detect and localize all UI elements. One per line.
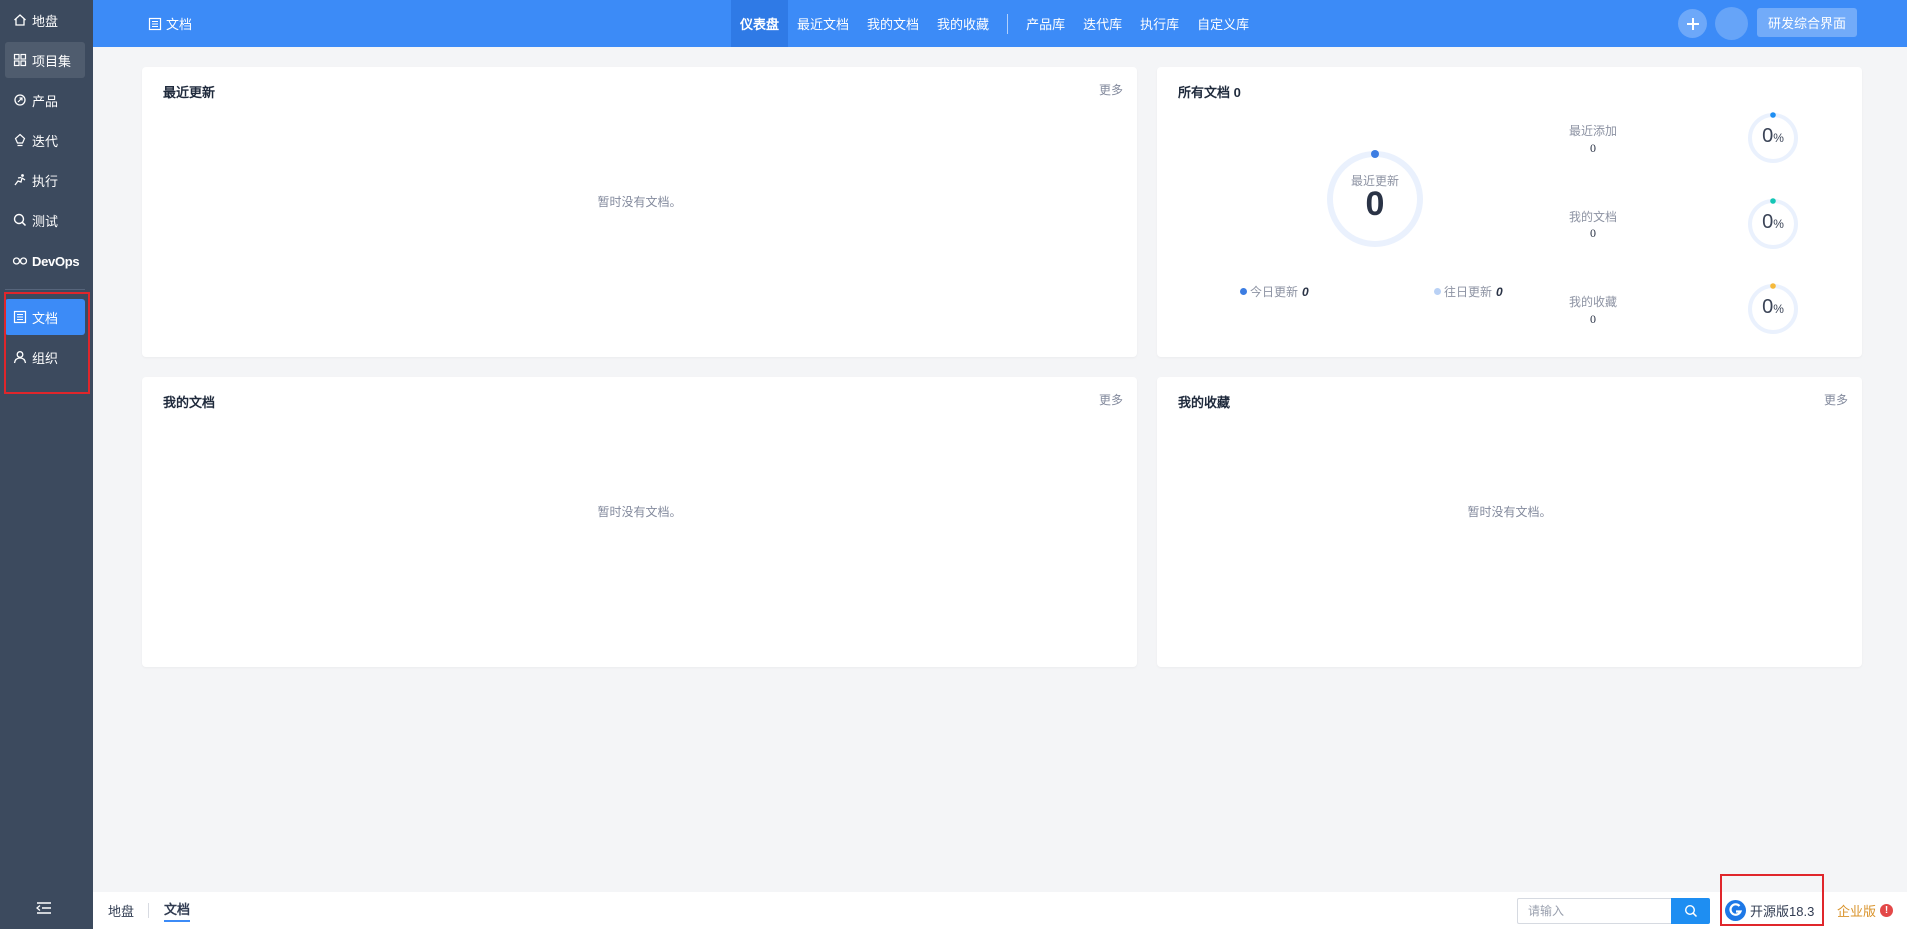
stat-value: 0: [1590, 141, 1596, 155]
search-input[interactable]: [1517, 898, 1671, 924]
empty-message: 暂时没有文档。: [1467, 505, 1552, 519]
stat-value: 0: [1590, 226, 1596, 240]
legend-past: 往日更新 0: [1434, 283, 1503, 300]
more-link[interactable]: 更多: [1099, 391, 1123, 408]
sidebar-item-program[interactable]: 项目集: [5, 42, 85, 78]
alert-icon: !: [1880, 904, 1894, 917]
sidebar: 地盘 项目集 产品 迭代 执行 测试 DevOps 文档 组织: [0, 0, 93, 929]
home-icon: [12, 12, 28, 28]
more-link[interactable]: 更多: [1824, 391, 1848, 408]
stat-label: 我的文档: [1568, 210, 1617, 224]
my-favorites-panel: 我的收藏 更多 暂时没有文档。: [1157, 377, 1862, 667]
stat-label: 我的收藏: [1568, 295, 1617, 309]
ring-percent: 0%: [1762, 296, 1784, 318]
tab-iteration-lib[interactable]: 迭代库: [1074, 0, 1131, 47]
tab-custom-lib[interactable]: 自定义库: [1188, 0, 1258, 47]
product-icon: [12, 92, 28, 108]
breadcrumb-dashboard[interactable]: 地盘: [108, 892, 134, 929]
panel-title: 所有文档 0: [1178, 85, 1241, 100]
all-docs-stats-panel: 所有文档 0 最近更新 0 今日更新 0 往日更新 0 最近添加 0 0% 我的…: [1157, 67, 1862, 357]
search-icon: [12, 212, 28, 228]
stat-label: 最近添加: [1568, 124, 1617, 138]
create-button[interactable]: [1678, 9, 1707, 38]
footer-bar: 地盘 文档 开源版18.3 企业版 !: [93, 874, 1907, 929]
sidebar-item-execution[interactable]: 执行: [5, 162, 85, 198]
avatar[interactable]: [1715, 7, 1748, 40]
app-title[interactable]: 文档: [148, 0, 192, 47]
empty-message: 暂时没有文档。: [597, 505, 682, 519]
tab-execution-lib[interactable]: 执行库: [1131, 0, 1188, 47]
search-icon: [1684, 904, 1697, 918]
breadcrumb-separator: [148, 903, 149, 918]
panel-title: 我的文档: [163, 395, 216, 410]
panel-title: 最近更新: [163, 85, 216, 100]
sidebar-item-iteration[interactable]: 迭代: [5, 122, 85, 158]
doc-icon: [148, 17, 162, 31]
enterprise-edition-link[interactable]: 企业版 !: [1837, 892, 1894, 929]
run-icon: [12, 172, 28, 188]
grid-icon: [12, 52, 28, 68]
sidebar-divider: [5, 289, 85, 290]
highlight-box: [4, 292, 90, 394]
tab-product-lib[interactable]: 产品库: [1017, 0, 1074, 47]
more-link[interactable]: 更多: [1099, 81, 1123, 98]
collapse-menu-icon[interactable]: [34, 898, 54, 918]
ring-percent: 0%: [1762, 125, 1784, 147]
tab-separator: [1007, 13, 1009, 34]
top-bar: 文档 仪表盘 最近文档 我的文档 我的收藏 产品库 迭代库 执行库 自定义库 研…: [93, 0, 1907, 47]
sidebar-item-product[interactable]: 产品: [5, 82, 85, 118]
recent-updates-panel: 最近更新 更多 暂时没有文档。: [142, 67, 1137, 357]
my-docs-panel: 我的文档 更多 暂时没有文档。: [142, 377, 1137, 667]
legend-today: 今日更新 0: [1240, 283, 1309, 300]
tab-my-docs[interactable]: 我的文档: [858, 0, 928, 47]
ring-percent: 0%: [1762, 211, 1784, 233]
legend-dot: [1240, 288, 1247, 295]
switch-interface-button[interactable]: 研发综合界面: [1757, 8, 1857, 37]
empty-message: 暂时没有文档。: [597, 195, 682, 209]
stat-value: 0: [1590, 312, 1596, 326]
search-button[interactable]: [1671, 898, 1710, 924]
panel-title: 我的收藏: [1178, 395, 1231, 410]
plus-icon: [1686, 17, 1699, 30]
highlight-box: [1720, 874, 1824, 926]
tab-my-favorites[interactable]: 我的收藏: [928, 0, 998, 47]
sidebar-item-dashboard[interactable]: 地盘: [5, 2, 85, 38]
tab-recent-docs[interactable]: 最近文档: [788, 0, 858, 47]
infinity-icon: [12, 253, 28, 269]
breadcrumb-current[interactable]: 文档: [164, 892, 191, 929]
top-nav-tabs: 仪表盘 最近文档 我的文档 我的收藏 产品库 迭代库 执行库 自定义库: [731, 0, 1258, 47]
sidebar-item-devops[interactable]: DevOps: [5, 243, 85, 279]
sidebar-item-test[interactable]: 测试: [5, 202, 85, 238]
iteration-icon: [12, 132, 28, 148]
legend-dot: [1434, 288, 1441, 295]
tab-dashboard[interactable]: 仪表盘: [731, 0, 789, 47]
ring-value: 0: [1365, 185, 1385, 223]
